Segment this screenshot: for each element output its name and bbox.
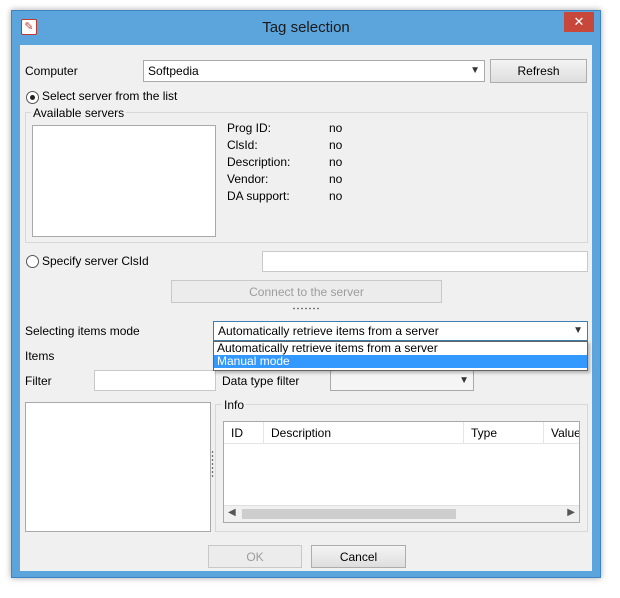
column-header-description[interactable]: Description [264, 422, 464, 444]
column-header-type[interactable]: Type [464, 422, 544, 444]
chevron-down-icon: ▼ [459, 375, 469, 386]
server-property-name: Vendor: [227, 172, 269, 186]
scroll-right-icon[interactable]: ▶ [567, 507, 575, 518]
server-property-row: Description: no [227, 154, 427, 171]
server-property-value: no [329, 155, 343, 169]
chevron-down-icon: ▼ [573, 325, 583, 336]
chevron-down-icon: ▼ [470, 65, 480, 76]
available-servers-list[interactable] [32, 125, 216, 237]
selecting-mode-dropdown-list: Automatically retrieve items from a serv… [213, 341, 588, 371]
refresh-button[interactable]: Refresh [490, 59, 587, 83]
selecting-mode-value: Automatically retrieve items from a serv… [218, 324, 439, 338]
specify-clsid-radio[interactable] [26, 255, 39, 268]
computer-value: Softpedia [148, 64, 199, 78]
dialog-window: ✎ Tag selection ✕ Computer Softpedia ▼ R… [11, 10, 601, 578]
info-grid[interactable]: ID Description Type Value ◀ ▶ [223, 421, 580, 523]
server-property-value: no [329, 138, 343, 152]
title-bar[interactable]: ✎ Tag selection ✕ [12, 11, 600, 45]
filter-label: Filter [25, 374, 52, 388]
cancel-button-label: Cancel [339, 550, 378, 564]
server-property-value: no [329, 172, 343, 186]
selecting-mode-select[interactable]: Automatically retrieve items from a serv… [213, 321, 588, 341]
server-property-name: DA support: [227, 189, 290, 203]
specify-clsid-label: Specify server ClsId [42, 254, 149, 268]
computer-label: Computer [25, 64, 78, 78]
ok-button[interactable]: OK [208, 545, 302, 568]
server-property-name: Description: [227, 155, 291, 169]
items-list[interactable] [25, 402, 211, 532]
data-type-filter-select[interactable]: ▼ [330, 370, 474, 391]
info-grid-header: ID Description Type Value [224, 422, 579, 444]
option-manual[interactable]: Manual mode [214, 355, 587, 368]
horizontal-splitter-handle[interactable] [292, 307, 320, 310]
ok-button-label: OK [246, 550, 264, 564]
server-property-row: Prog ID: no [227, 120, 427, 137]
cancel-button[interactable]: Cancel [311, 545, 406, 568]
refresh-button-label: Refresh [517, 64, 560, 78]
server-properties: Prog ID: no ClsId: no Description: no Vendor: n… [227, 120, 427, 215]
filter-input[interactable] [94, 370, 216, 391]
select-from-list-radio[interactable] [26, 91, 39, 104]
info-horizontal-scrollbar[interactable]: ◀ ▶ [224, 505, 579, 522]
data-type-filter-label: Data type filter [222, 374, 300, 388]
server-property-row: ClsId: no [227, 137, 427, 154]
vertical-splitter-handle[interactable] [211, 450, 214, 478]
available-servers-label: Available servers [31, 106, 127, 120]
close-icon: ✕ [573, 14, 585, 29]
server-property-name: ClsId: [227, 138, 258, 152]
computer-select[interactable]: Softpedia ▼ [143, 60, 485, 82]
selecting-mode-label: Selecting items mode [25, 324, 140, 338]
connect-button[interactable]: Connect to the server [171, 280, 442, 303]
close-button[interactable]: ✕ [564, 12, 594, 32]
clsid-input[interactable] [262, 251, 588, 272]
server-property-row: DA support: no [227, 188, 427, 205]
scrollbar-thumb[interactable] [242, 509, 456, 519]
server-property-row: Vendor: no [227, 171, 427, 188]
scroll-left-icon[interactable]: ◀ [228, 507, 236, 518]
server-property-value: no [329, 121, 343, 135]
select-from-list-label: Select server from the list [42, 89, 178, 103]
info-label: Info [222, 398, 247, 412]
window-title: Tag selection [262, 19, 350, 36]
server-property-name: Prog ID: [227, 121, 272, 135]
items-label: Items [25, 349, 55, 363]
connect-button-label: Connect to the server [249, 285, 364, 299]
server-property-value: no [329, 189, 343, 203]
column-header-id[interactable]: ID [224, 422, 264, 444]
column-header-value[interactable]: Value [544, 422, 579, 444]
dialog-content: Computer Softpedia ▼ Refresh Select serv… [20, 45, 592, 571]
